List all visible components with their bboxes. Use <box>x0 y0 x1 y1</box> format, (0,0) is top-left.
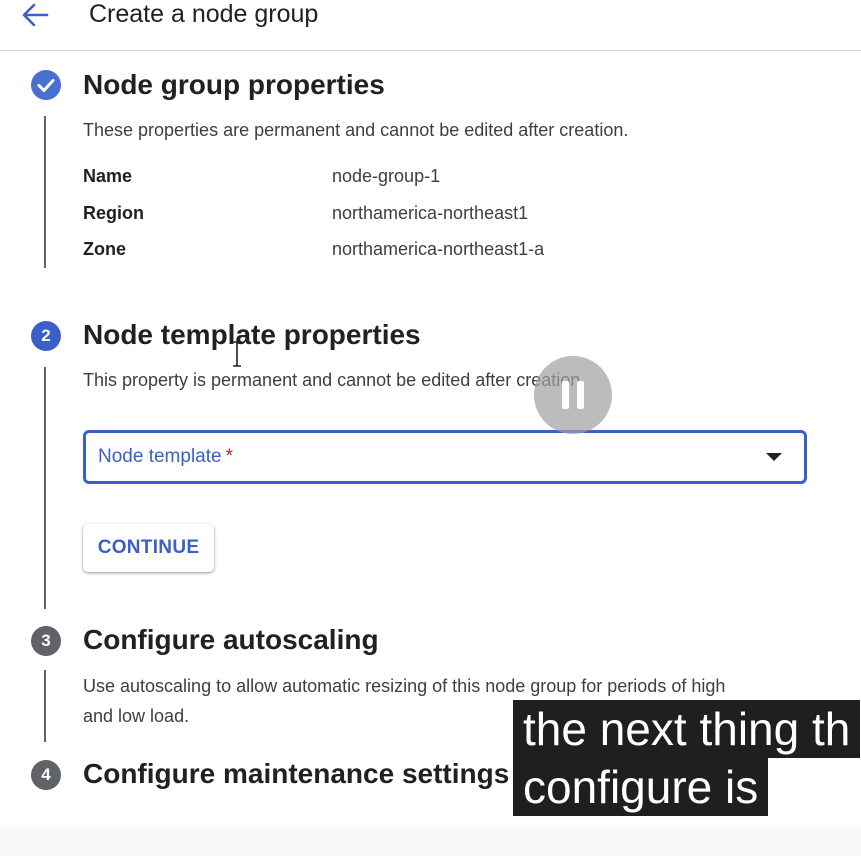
step-connector <box>44 670 46 742</box>
step-2-title: Node template properties <box>83 319 421 350</box>
step-3-description-line2: and low load. <box>83 706 190 726</box>
pause-bar <box>577 381 584 409</box>
property-label-zone: Zone <box>83 239 126 259</box>
video-caption-line1: the next thing th <box>513 700 861 758</box>
step-4-number: 4 <box>31 760 61 790</box>
check-icon <box>37 79 55 92</box>
step-connector <box>44 116 46 268</box>
text-cursor-icon <box>233 341 241 367</box>
step-3-title: Configure autoscaling <box>83 624 379 655</box>
step-1-description: These properties are permanent and canno… <box>83 120 629 140</box>
required-indicator: * <box>225 446 233 467</box>
step-connector <box>44 367 46 609</box>
node-template-select[interactable]: Node template * <box>83 430 807 484</box>
step-1-title: Node group properties <box>83 69 385 100</box>
dropdown-arrow-icon <box>766 453 782 461</box>
page-title: Create a node group <box>89 0 319 28</box>
property-value-zone: northamerica-northeast1-a <box>332 239 545 259</box>
arrow-left-icon[interactable] <box>20 2 50 28</box>
video-caption-line2: configure is <box>513 758 769 816</box>
continue-button[interactable]: CONTINUE <box>83 524 214 572</box>
property-label-name: Name <box>83 166 133 186</box>
step-3-number: 3 <box>31 626 61 656</box>
pause-icon[interactable] <box>534 356 612 434</box>
property-value-region: northamerica-northeast1 <box>332 203 529 223</box>
top-bar: Create a node group <box>0 0 861 51</box>
node-template-select-label: Node template * <box>98 446 233 467</box>
step-2-description: This property is permanent and cannot be… <box>83 370 586 390</box>
step-complete-marker <box>31 70 61 100</box>
pause-bar <box>562 381 569 409</box>
property-value-name: node-group-1 <box>332 166 441 186</box>
step-2-number: 2 <box>31 321 61 351</box>
step-3-description-line1: Use autoscaling to allow automatic resiz… <box>83 676 726 696</box>
property-label-region: Region <box>83 203 144 223</box>
footer-strip <box>0 826 861 856</box>
